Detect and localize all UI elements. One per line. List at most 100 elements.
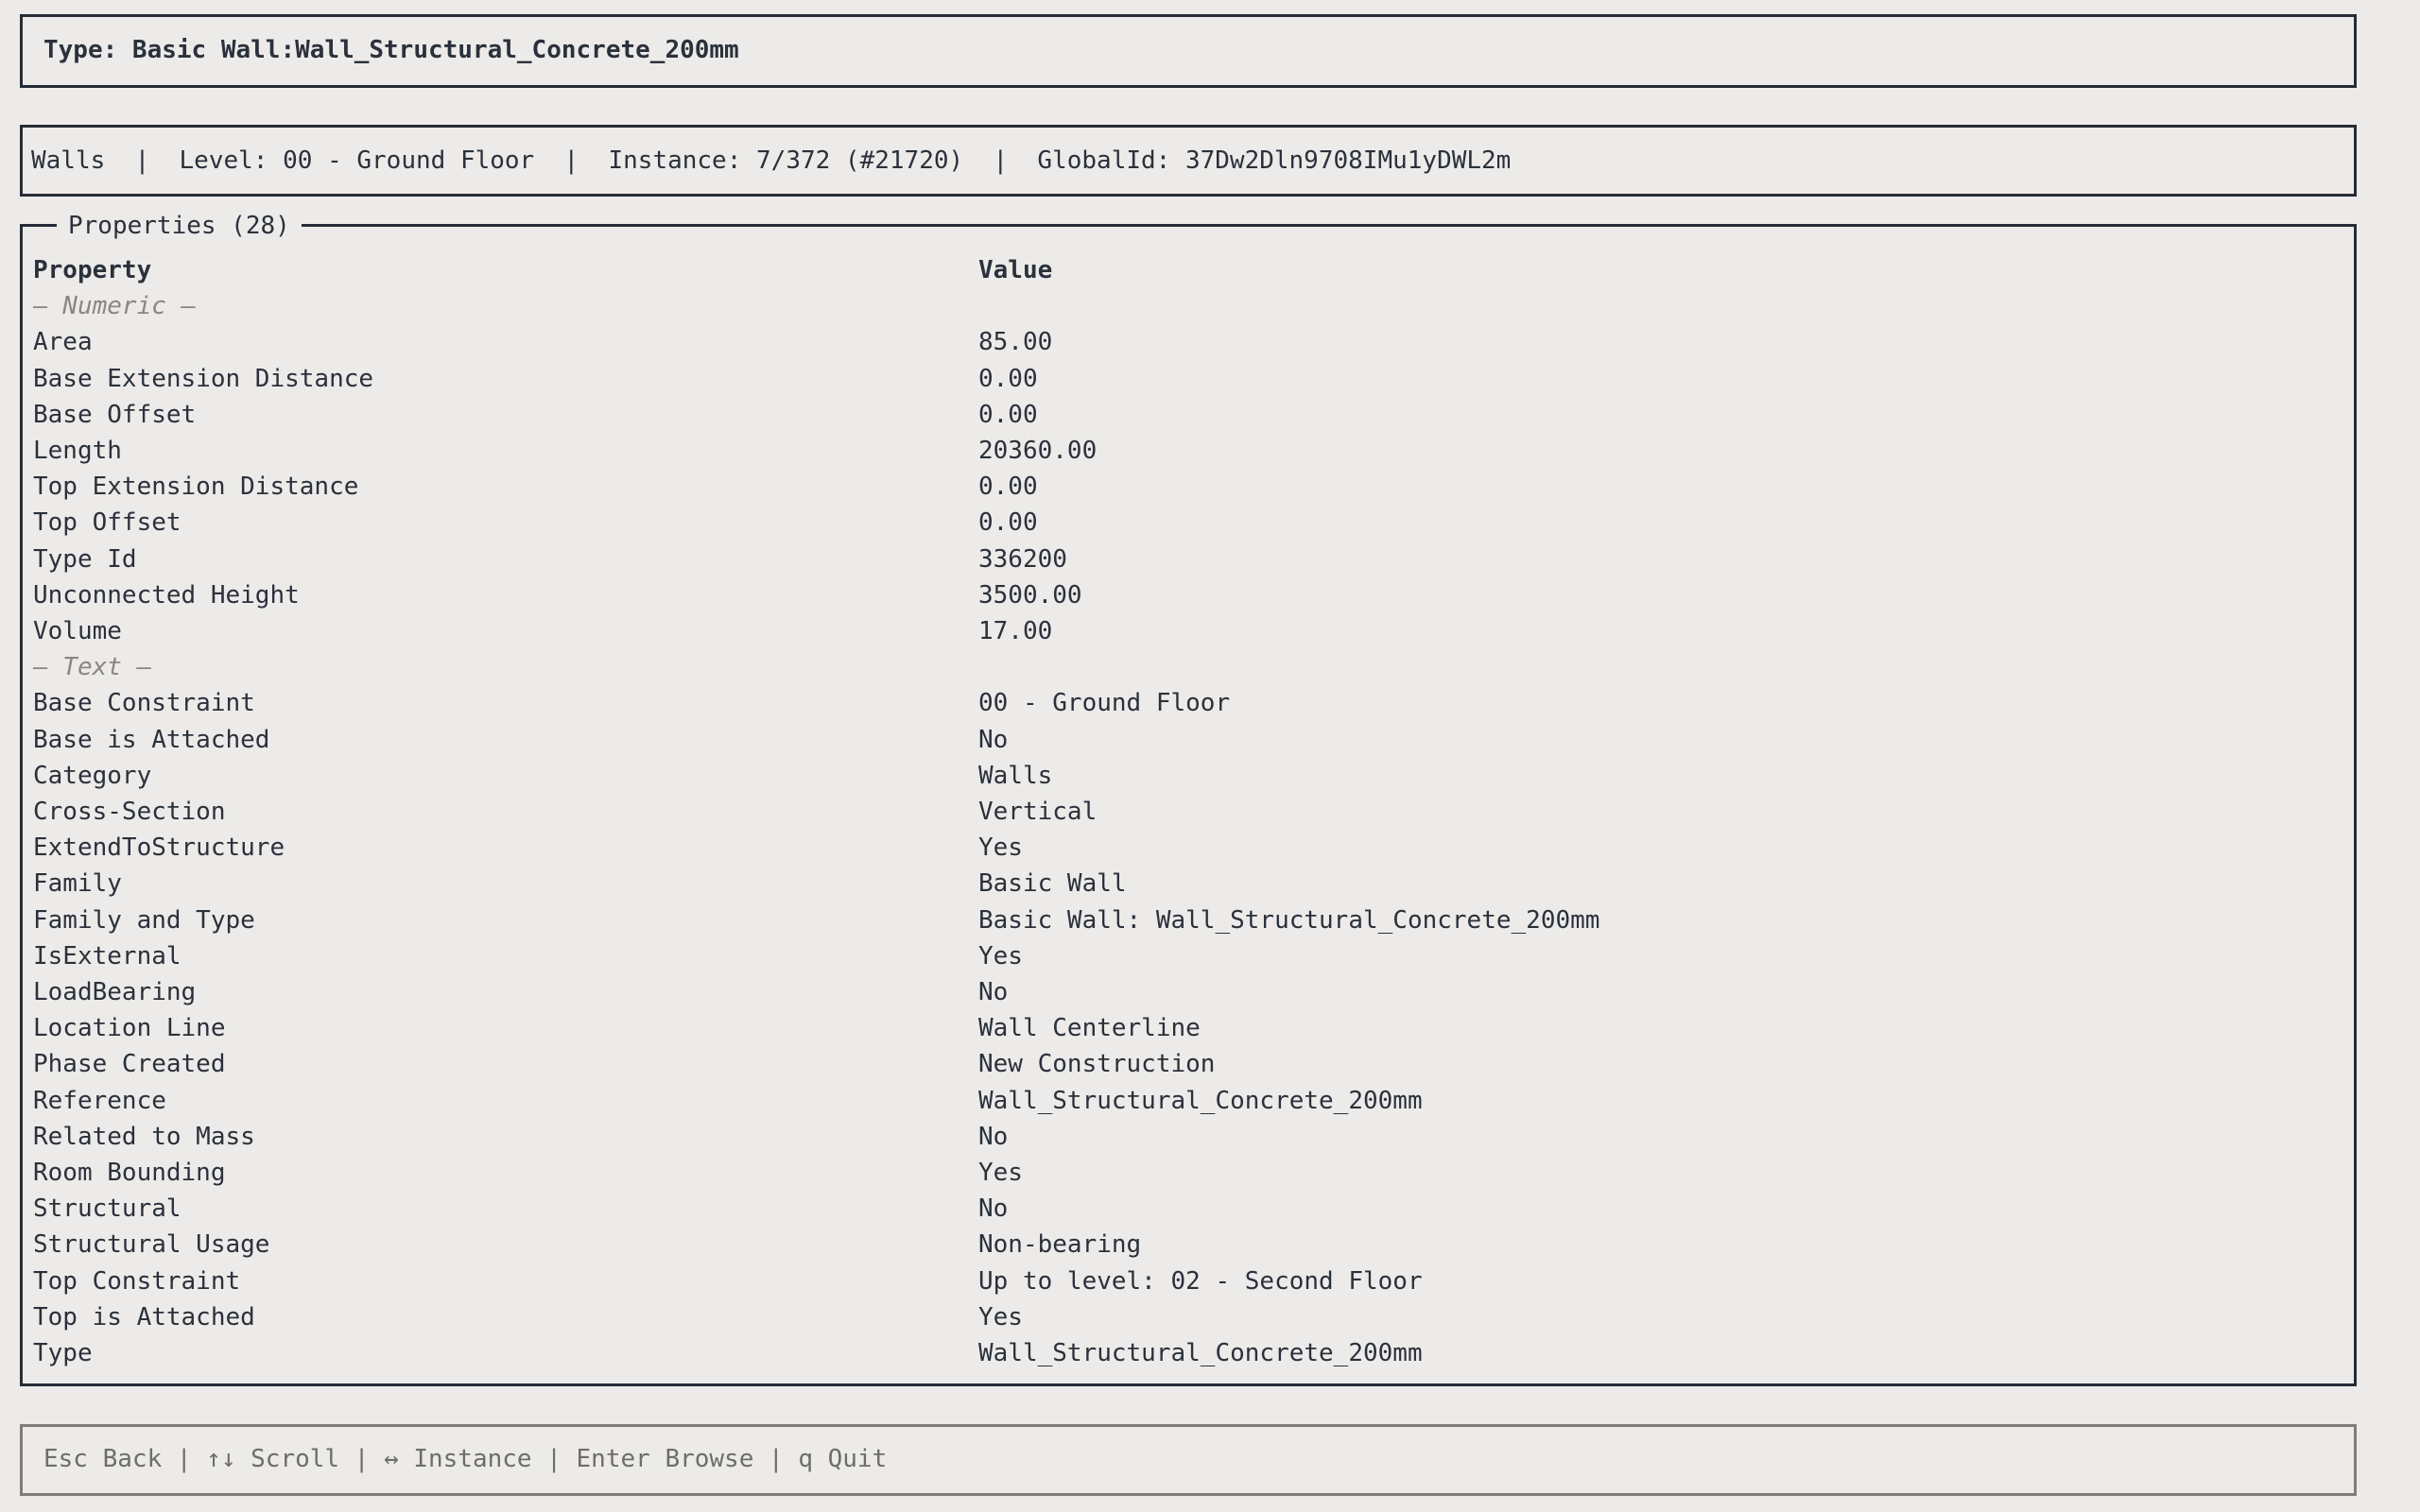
property-name: Family <box>33 866 978 902</box>
property-value: Yes <box>978 938 2344 974</box>
properties-table: Property Value — Numeric —Area85.00Base … <box>23 227 2354 1371</box>
properties-rows: — Numeric —Area85.00Base Extension Dista… <box>33 288 2344 1371</box>
table-header-row: Property Value <box>33 252 2344 288</box>
property-row: Base Constraint00 - Ground Floor <box>33 685 2344 721</box>
property-name: Top Extension Distance <box>33 469 978 505</box>
property-value: 17.00 <box>978 613 2344 649</box>
property-row: FamilyBasic Wall <box>33 866 2344 902</box>
section-divider: — Numeric — <box>33 288 2344 324</box>
property-value: Wall Centerline <box>978 1010 2344 1046</box>
property-value: No <box>978 1119 2344 1155</box>
property-name: Base Constraint <box>33 685 978 721</box>
property-value: Yes <box>978 1299 2344 1335</box>
property-value: Non-bearing <box>978 1227 2344 1263</box>
property-name: Length <box>33 433 978 469</box>
section-label: — Text — <box>33 649 978 685</box>
type-title-bar: Type: Basic Wall:Wall_Structural_Concret… <box>20 14 2357 88</box>
footer-keybar: Esc Back | ↑↓ Scroll | ↔ Instance | Ente… <box>20 1424 2357 1496</box>
property-value: 336200 <box>978 541 2344 577</box>
property-value: Vertical <box>978 794 2344 830</box>
property-name: Room Bounding <box>33 1155 978 1191</box>
property-value: 0.00 <box>978 397 2344 433</box>
property-row: Base is AttachedNo <box>33 722 2344 758</box>
property-name: Volume <box>33 613 978 649</box>
property-name: Base Offset <box>33 397 978 433</box>
property-name: ExtendToStructure <box>33 830 978 866</box>
property-value: No <box>978 722 2344 758</box>
property-value: 0.00 <box>978 469 2344 505</box>
property-row: Room BoundingYes <box>33 1155 2344 1191</box>
properties-panel: Properties (28) Property Value — Numeric… <box>20 224 2357 1386</box>
property-name: Top Offset <box>33 505 978 541</box>
property-row: Location LineWall Centerline <box>33 1010 2344 1046</box>
property-name: Unconnected Height <box>33 577 978 613</box>
footer-keybar-text: Esc Back | ↑↓ Scroll | ↔ Instance | Ente… <box>23 1427 2354 1491</box>
property-name: Top is Attached <box>33 1299 978 1335</box>
property-row: Top is AttachedYes <box>33 1299 2344 1335</box>
column-header-property: Property <box>33 252 978 288</box>
property-value: 0.00 <box>978 505 2344 541</box>
property-value: 0.00 <box>978 361 2344 397</box>
property-row: Phase CreatedNew Construction <box>33 1046 2344 1082</box>
property-row: Volume17.00 <box>33 613 2344 649</box>
property-value: 85.00 <box>978 324 2344 360</box>
property-row: Top ConstraintUp to level: 02 - Second F… <box>33 1263 2344 1299</box>
property-name: Top Constraint <box>33 1263 978 1299</box>
property-row: LoadBearingNo <box>33 974 2344 1010</box>
type-title-text: Type: Basic Wall:Wall_Structural_Concret… <box>23 17 2354 83</box>
property-name: Reference <box>33 1083 978 1119</box>
property-row: Unconnected Height3500.00 <box>33 577 2344 613</box>
property-row: IsExternalYes <box>33 938 2344 974</box>
property-row: Cross-SectionVertical <box>33 794 2344 830</box>
property-value: No <box>978 974 2344 1010</box>
property-value: 3500.00 <box>978 577 2344 613</box>
property-row: Related to MassNo <box>33 1119 2344 1155</box>
property-name: Structural <box>33 1191 978 1227</box>
property-value: Basic Wall: Wall_Structural_Concrete_200… <box>978 902 2344 938</box>
element-info-bar: Walls | Level: 00 - Ground Floor | Insta… <box>20 125 2357 197</box>
property-row: Length20360.00 <box>33 433 2344 469</box>
property-value: Yes <box>978 830 2344 866</box>
property-name: Phase Created <box>33 1046 978 1082</box>
property-name: Type <box>33 1335 978 1371</box>
property-row: Base Offset0.00 <box>33 397 2344 433</box>
property-name: Family and Type <box>33 902 978 938</box>
property-row: ExtendToStructureYes <box>33 830 2344 866</box>
property-row: TypeWall_Structural_Concrete_200mm <box>33 1335 2344 1371</box>
column-header-value: Value <box>978 252 2344 288</box>
property-value: Wall_Structural_Concrete_200mm <box>978 1083 2344 1119</box>
property-value: No <box>978 1191 2344 1227</box>
section-divider: — Text — <box>33 649 2344 685</box>
property-row: Top Extension Distance0.00 <box>33 469 2344 505</box>
section-label: — Numeric — <box>33 288 978 324</box>
element-info-text: Walls | Level: 00 - Ground Floor | Insta… <box>23 128 2354 194</box>
property-row: ReferenceWall_Structural_Concrete_200mm <box>33 1083 2344 1119</box>
property-value: Walls <box>978 758 2344 794</box>
property-row: Top Offset0.00 <box>33 505 2344 541</box>
property-row: StructuralNo <box>33 1191 2344 1227</box>
property-row: CategoryWalls <box>33 758 2344 794</box>
property-value: New Construction <box>978 1046 2344 1082</box>
property-name: IsExternal <box>33 938 978 974</box>
property-name: Category <box>33 758 978 794</box>
properties-panel-title: Properties (28) <box>57 210 302 242</box>
property-row: Type Id336200 <box>33 541 2344 577</box>
property-value: Basic Wall <box>978 866 2344 902</box>
property-name: Cross-Section <box>33 794 978 830</box>
property-name: Structural Usage <box>33 1227 978 1263</box>
property-row: Structural UsageNon-bearing <box>33 1227 2344 1263</box>
property-name: Type Id <box>33 541 978 577</box>
property-name: Related to Mass <box>33 1119 978 1155</box>
property-value: Wall_Structural_Concrete_200mm <box>978 1335 2344 1371</box>
property-value: Yes <box>978 1155 2344 1191</box>
property-value: 00 - Ground Floor <box>978 685 2344 721</box>
property-value: 20360.00 <box>978 433 2344 469</box>
property-name: Location Line <box>33 1010 978 1046</box>
property-name: Base is Attached <box>33 722 978 758</box>
property-row: Family and TypeBasic Wall: Wall_Structur… <box>33 902 2344 938</box>
property-name: LoadBearing <box>33 974 978 1010</box>
property-row: Area85.00 <box>33 324 2344 360</box>
property-name: Base Extension Distance <box>33 361 978 397</box>
property-row: Base Extension Distance0.00 <box>33 361 2344 397</box>
property-value: Up to level: 02 - Second Floor <box>978 1263 2344 1299</box>
